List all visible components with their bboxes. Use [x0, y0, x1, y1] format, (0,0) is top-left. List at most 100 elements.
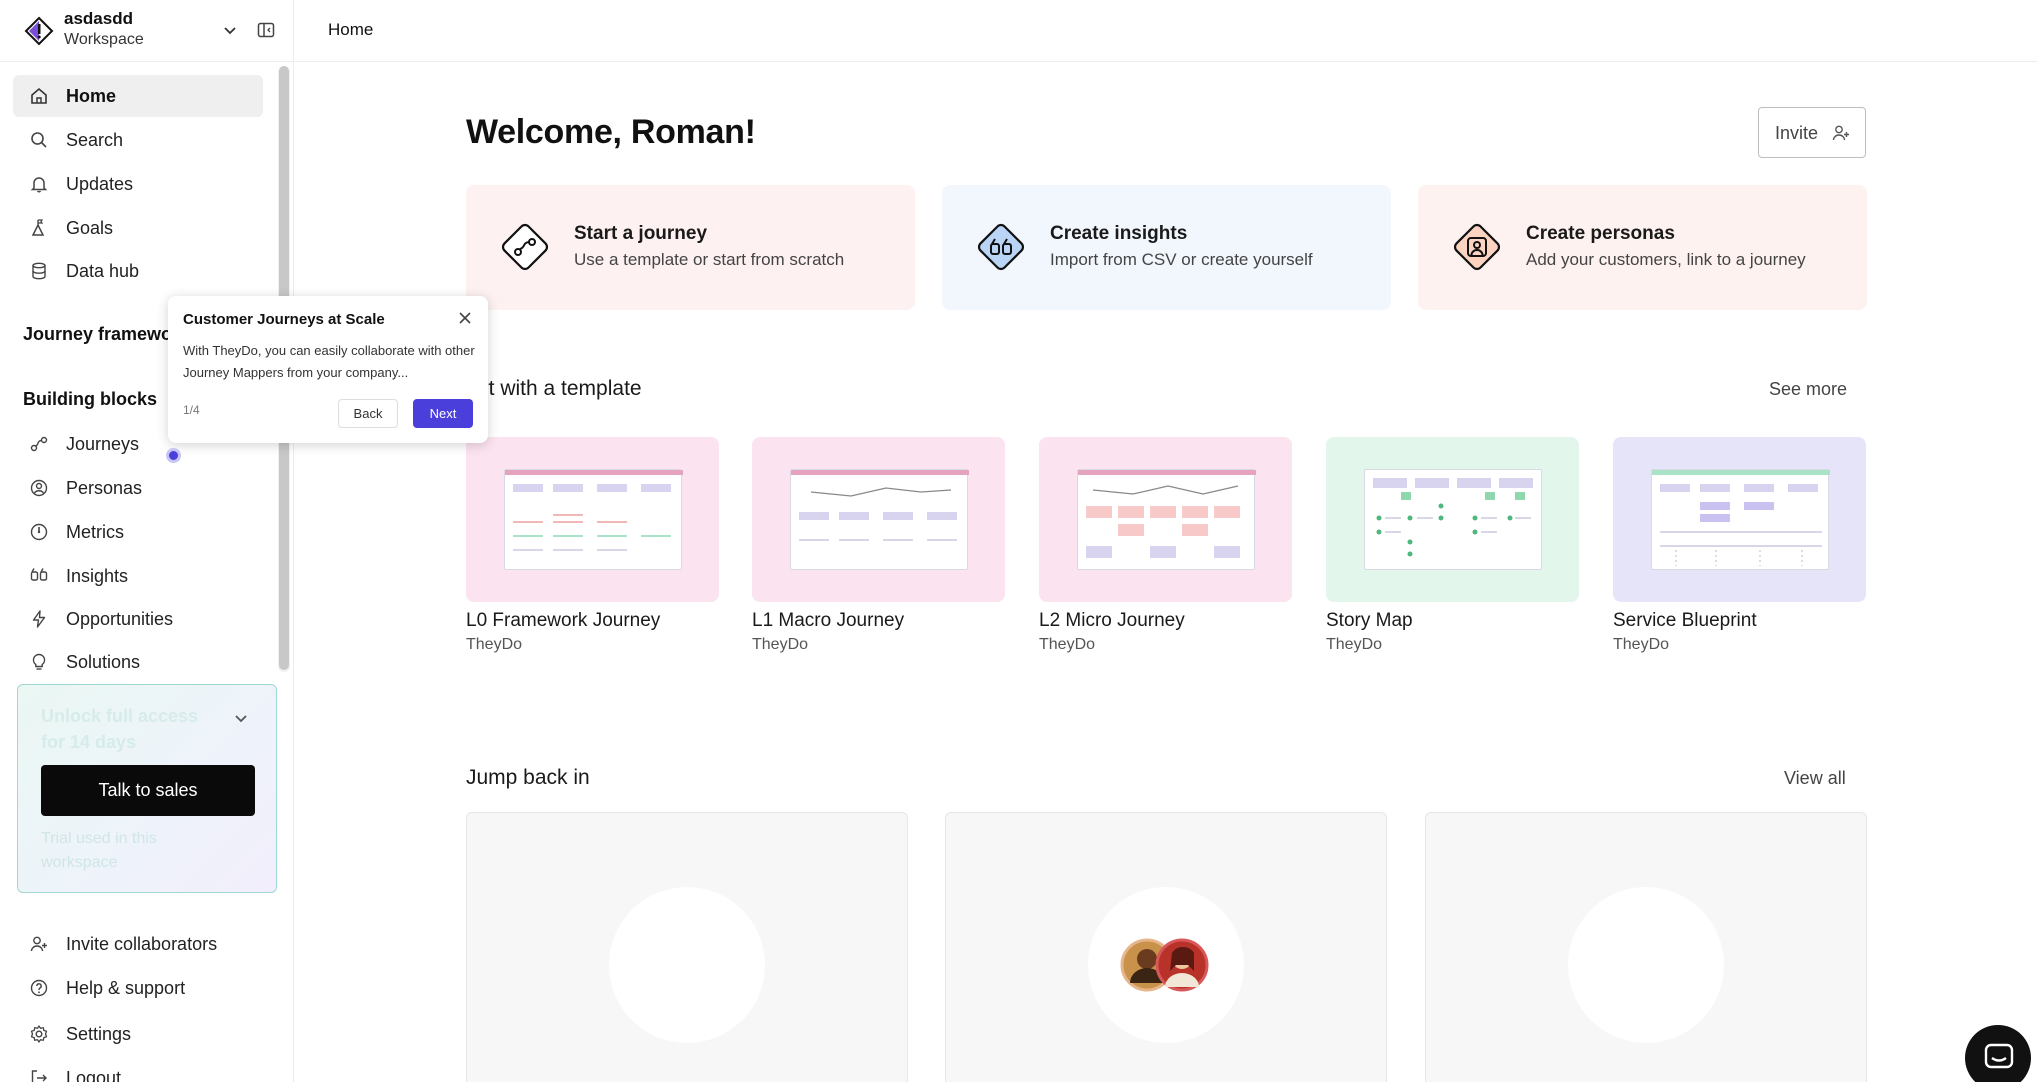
add-user-icon — [1832, 125, 1849, 141]
action-card-subtitle: Use a template or start from scratch — [574, 250, 845, 269]
action-card-title: Create insights — [1050, 223, 1188, 244]
page-title: Welcome, Roman! — [466, 113, 756, 151]
template-preview — [504, 469, 683, 570]
tooltip-title: Customer Journeys at Scale — [183, 311, 385, 328]
lightning-icon — [32, 610, 46, 628]
action-card-subtitle: Add your customers, link to a journey — [1526, 250, 1806, 269]
sidebar-collapse-icon[interactable] — [256, 20, 276, 40]
template-author: TheyDo — [466, 636, 523, 653]
chevron-down-icon[interactable] — [232, 709, 250, 727]
jump-back-heading: Jump back in — [466, 766, 590, 789]
template-preview-graphic — [505, 470, 683, 551]
action-card-subtitle: Import from CSV or create yourself — [1050, 250, 1313, 269]
sidebar-item-label: Data hub — [66, 261, 140, 281]
recent-item-avatar-placeholder — [609, 887, 765, 1043]
chevron-down-icon[interactable] — [220, 20, 240, 40]
trial-title: Unlock full access for 14 days — [41, 706, 199, 752]
sidebar-item-opportunities[interactable]: Opportunities — [13, 598, 263, 640]
sidebar-item-metrics[interactable]: Metrics — [13, 511, 263, 553]
building-blocks-heading: Building blocks — [23, 389, 158, 409]
sidebar-item-settings[interactable]: Settings — [13, 1014, 273, 1054]
action-card-title: Start a journey — [574, 223, 708, 244]
chat-icon — [1984, 1043, 2014, 1069]
logout-icon — [31, 1070, 47, 1082]
sidebar-item-logout[interactable]: Logout — [13, 1058, 273, 1082]
add-user-icon — [30, 936, 47, 952]
sidebar-item-label: Insights — [66, 566, 129, 586]
recent-item-avatar-group — [1088, 887, 1244, 1043]
tooltip-next-button[interactable]: Next — [413, 399, 473, 428]
sidebar-item-updates[interactable]: Updates — [13, 163, 263, 205]
gear-icon — [30, 1025, 48, 1043]
sidebar-item-personas[interactable]: Personas — [13, 467, 263, 509]
template-thumbnail — [1039, 437, 1292, 602]
create-insights-card[interactable]: Create insights Import from CSV or creat… — [942, 185, 1391, 310]
recent-item-avatar-placeholder — [1568, 887, 1724, 1043]
sidebar-item-invite-collaborators[interactable]: Invite collaborators — [13, 924, 273, 964]
sidebar-item-data-hub[interactable]: Data hub — [13, 250, 263, 292]
sidebar-item-label: Help & support — [66, 978, 186, 998]
recent-item-card[interactable] — [466, 812, 908, 1082]
bell-icon — [30, 177, 48, 193]
search-icon — [31, 132, 47, 148]
metrics-icon — [30, 523, 48, 541]
journeys-icon — [30, 436, 48, 452]
sidebar-item-label: Search — [66, 130, 124, 150]
workspace-logo-icon — [24, 16, 54, 46]
recent-item-card[interactable] — [1425, 812, 1867, 1082]
template-name: Service Blueprint — [1613, 610, 1757, 631]
template-thumbnail — [752, 437, 1005, 602]
sidebar-item-help-support[interactable]: Help & support — [13, 968, 273, 1008]
template-name: L0 Framework Journey — [466, 610, 661, 631]
chat-launcher-button[interactable] — [1965, 1025, 2031, 1082]
sidebar-item-label: Goals — [66, 218, 114, 238]
view-all-link[interactable]: View all — [1784, 768, 1846, 789]
templates-heading: art with a template — [470, 377, 642, 400]
template-preview-graphic — [1652, 470, 1830, 566]
sidebar-item-insights[interactable]: Insights — [13, 555, 263, 597]
template-preview-graphic — [1373, 478, 1533, 557]
template-author: TheyDo — [752, 636, 809, 653]
trial-banner: Unlock full access for 14 days Talk to s… — [17, 684, 277, 893]
sidebar-item-label: Opportunities — [66, 609, 174, 629]
close-icon[interactable] — [457, 310, 473, 326]
journey-diamond-icon — [501, 223, 549, 271]
tooltip-back-button[interactable]: Back — [338, 399, 398, 428]
template-thumbnail — [1613, 437, 1866, 602]
sidebar-item-label: Solutions — [66, 652, 141, 672]
sidebar-item-goals[interactable]: Goals — [13, 207, 263, 249]
template-name: L1 Macro Journey — [752, 610, 905, 631]
sidebar: asdasdd Workspace Home Search Updates Go… — [0, 0, 294, 1082]
template-preview — [1364, 469, 1542, 570]
template-thumbnail — [1326, 437, 1579, 602]
template-preview-graphic — [1078, 470, 1256, 558]
sidebar-item-home[interactable]: Home — [13, 75, 263, 117]
template-preview — [1651, 469, 1830, 570]
workspace-switcher[interactable]: asdasdd Workspace — [0, 0, 294, 62]
lightbulb-icon — [32, 653, 46, 670]
journey-frameworks-heading: Journey framewo — [23, 324, 173, 344]
tooltip-body: With TheyDo, you can easily collaborate … — [183, 343, 475, 380]
sidebar-item-solutions[interactable]: Solutions — [13, 641, 263, 683]
sidebar-item-search[interactable]: Search — [13, 119, 263, 161]
sidebar-item-label: Invite collaborators — [66, 934, 218, 954]
top-bar: Home — [295, 0, 2037, 62]
talk-to-sales-button[interactable]: Talk to sales — [41, 765, 255, 816]
template-thumbnail — [466, 437, 719, 602]
action-card-title: Create personas — [1526, 223, 1675, 244]
trial-note: Trial used in this workspace — [41, 830, 157, 871]
recent-item-card[interactable] — [945, 812, 1387, 1082]
template-preview — [790, 469, 969, 570]
sidebar-item-label: Metrics — [66, 522, 124, 542]
start-journey-card[interactable]: Start a journey Use a template or start … — [466, 185, 915, 310]
tour-beacon[interactable] — [166, 448, 181, 463]
invite-button-label: Invite — [1775, 123, 1819, 143]
create-personas-card[interactable]: Create personas Add your customers, link… — [1418, 185, 1867, 310]
breadcrumb: Home — [328, 20, 374, 39]
template-preview — [1077, 469, 1256, 570]
goals-icon — [31, 219, 45, 236]
see-more-link[interactable]: See more — [1769, 379, 1847, 400]
invite-button[interactable]: Invite — [1758, 107, 1866, 158]
persona-diamond-icon — [1453, 223, 1501, 271]
home-icon — [31, 87, 47, 104]
